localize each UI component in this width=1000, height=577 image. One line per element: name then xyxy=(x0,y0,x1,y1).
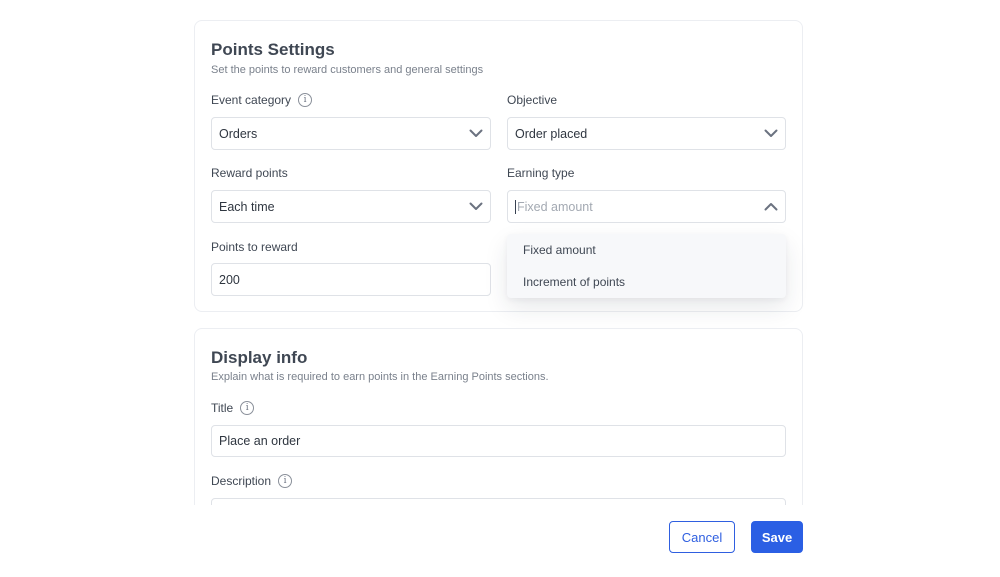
description-label: Description xyxy=(211,474,272,488)
earning-type-dropdown-menu: Fixed amount Increment of points xyxy=(507,234,786,298)
cancel-button[interactable]: Cancel xyxy=(669,521,735,553)
reward-points-select[interactable]: Each time xyxy=(211,190,491,223)
dropdown-option-increment-of-points[interactable]: Increment of points xyxy=(507,266,786,298)
reward-points-label: Reward points xyxy=(211,166,288,180)
points-to-reward-value: 200 xyxy=(219,272,240,287)
earning-type-label: Earning type xyxy=(507,166,575,180)
info-icon[interactable]: i xyxy=(240,401,255,415)
title-input[interactable]: Place an order xyxy=(211,425,786,457)
event-category-label: Event category xyxy=(211,93,292,107)
chevron-down-icon xyxy=(764,127,778,141)
save-button[interactable]: Save xyxy=(751,521,803,553)
text-caret xyxy=(515,199,516,214)
objective-select[interactable]: Order placed xyxy=(507,117,786,150)
scroll-viewport[interactable]: Points Settings Set the points to reward… xyxy=(0,0,1000,505)
event-category-select[interactable]: Orders xyxy=(211,117,491,150)
title-label: Title xyxy=(211,401,234,415)
title-value: Place an order xyxy=(219,434,301,448)
points-settings-title: Points Settings xyxy=(211,40,335,59)
reward-points-value: Each time xyxy=(219,199,275,214)
description-label-row: Description i xyxy=(211,474,293,488)
dropdown-option-fixed-amount[interactable]: Fixed amount xyxy=(507,234,786,266)
earning-type-select[interactable]: Fixed amount xyxy=(507,190,786,223)
objective-label: Objective xyxy=(507,93,558,107)
info-icon[interactable]: i xyxy=(278,474,293,488)
description-textarea[interactable] xyxy=(211,498,786,505)
points-to-reward-label-row: Points to reward xyxy=(211,240,298,254)
chevron-down-icon xyxy=(469,200,483,214)
earning-type-label-row: Earning type xyxy=(507,166,574,180)
points-settings-subtitle: Set the points to reward customers and g… xyxy=(211,64,484,76)
points-to-reward-label: Points to reward xyxy=(211,240,298,254)
reward-points-label-row: Reward points xyxy=(211,166,288,180)
info-icon[interactable]: i xyxy=(298,93,313,107)
chevron-up-icon xyxy=(764,200,778,214)
title-label-row: Title i xyxy=(211,401,255,415)
event-category-label-row: Event category i xyxy=(211,93,313,107)
points-to-reward-input[interactable]: 200 xyxy=(211,263,491,296)
objective-value: Order placed xyxy=(515,126,588,141)
objective-label-row: Objective xyxy=(507,93,557,107)
chevron-down-icon xyxy=(469,127,483,141)
display-info-title: Display info xyxy=(211,348,308,367)
earning-type-placeholder: Fixed amount xyxy=(517,199,593,214)
display-info-subtitle: Explain what is required to earn points … xyxy=(211,371,549,383)
event-category-value: Orders xyxy=(219,126,258,141)
